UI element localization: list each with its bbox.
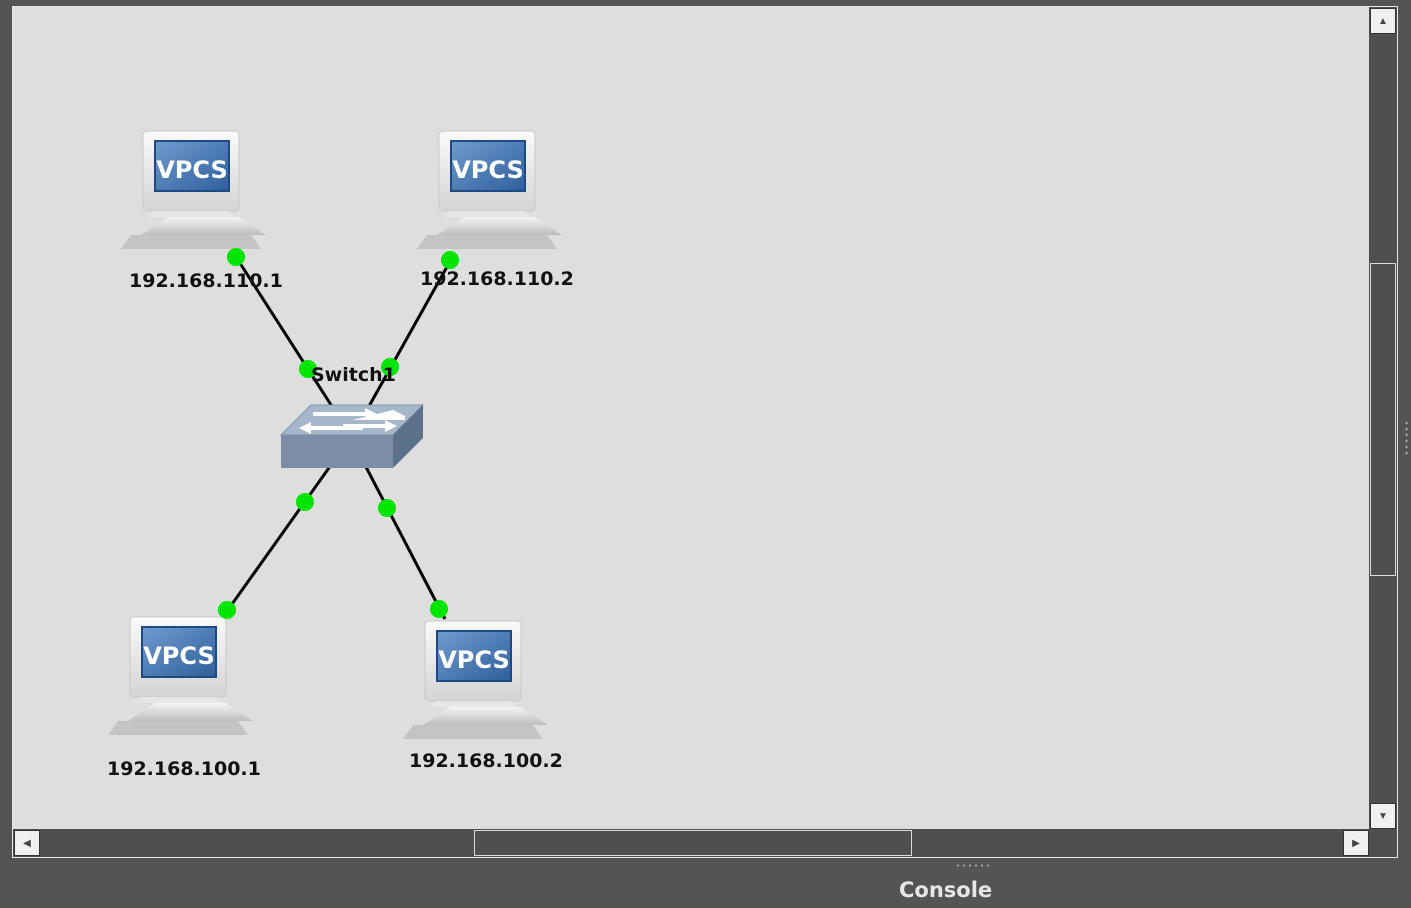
vpcs-icon-text: VPCS [452,156,524,184]
link-status-dot [227,248,245,266]
vpcs-icon-text: VPCS [143,642,215,670]
scroll-right-button[interactable]: ▶ [1343,830,1369,856]
node-label-switch1[interactable]: Switch1 [311,364,396,386]
vertical-scrollbar[interactable]: ▲ ▼ [1369,7,1397,830]
node-pc4[interactable]: VPCS [402,620,549,740]
switch-icon [279,404,425,468]
node-label-pc4[interactable]: 192.168.100.2 [409,750,563,772]
vpcs-icon-text: VPCS [438,646,510,674]
vertical-scroll-thumb[interactable] [1370,263,1396,576]
link-status-dot [430,600,448,618]
node-switch1[interactable] [279,404,425,468]
node-label-pc1[interactable]: 192.168.110.1 [129,270,283,292]
scroll-down-button[interactable]: ▼ [1370,803,1396,829]
topology-canvas[interactable]: VPCS VPCS VPCS VPCS 192.168.110.1 192.16… [13,7,1370,830]
node-pc1[interactable]: VPCS [120,130,267,250]
scroll-up-button[interactable]: ▲ [1370,8,1396,34]
link-status-dot [378,499,396,517]
link-status-dot [441,251,459,269]
link-pc3-switch[interactable] [223,464,333,615]
vpcs-icon-text: VPCS [156,156,228,184]
node-label-pc2[interactable]: 192.168.110.2 [420,268,574,290]
dock-resize-handle-horizontal[interactable] [955,863,991,868]
topology-canvas-frame: VPCS VPCS VPCS VPCS 192.168.110.1 192.16… [12,6,1398,858]
triangle-left-icon: ◀ [23,837,31,849]
scroll-left-button[interactable]: ◀ [14,830,40,856]
console-dock-title: Console [899,878,993,902]
horizontal-scrollbar[interactable]: ◀ ▶ [13,829,1370,857]
node-label-pc3[interactable]: 192.168.100.1 [107,758,261,780]
triangle-right-icon: ▶ [1352,837,1360,849]
node-pc3[interactable]: VPCS [107,616,254,736]
triangle-up-icon: ▲ [1378,15,1388,27]
node-pc2[interactable]: VPCS [416,130,563,250]
link-pc4-switch[interactable] [363,464,447,620]
dock-resize-handle-vertical[interactable] [1404,420,1409,456]
link-status-dot [218,601,236,619]
triangle-down-icon: ▼ [1378,810,1388,822]
horizontal-scroll-thumb[interactable] [474,830,912,856]
link-status-dot [296,493,314,511]
scrollbar-corner [1369,829,1397,857]
